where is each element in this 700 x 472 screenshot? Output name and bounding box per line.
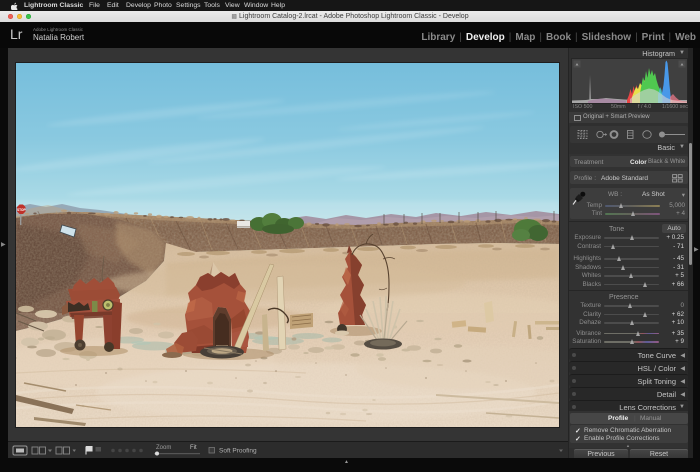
svg-text:Zoom: Zoom [156, 445, 171, 451]
svg-text:Fit: Fit [190, 445, 197, 451]
svg-text:Soft Proofing: Soft Proofing [219, 448, 257, 455]
svg-text:STOP: STOP [17, 208, 26, 212]
